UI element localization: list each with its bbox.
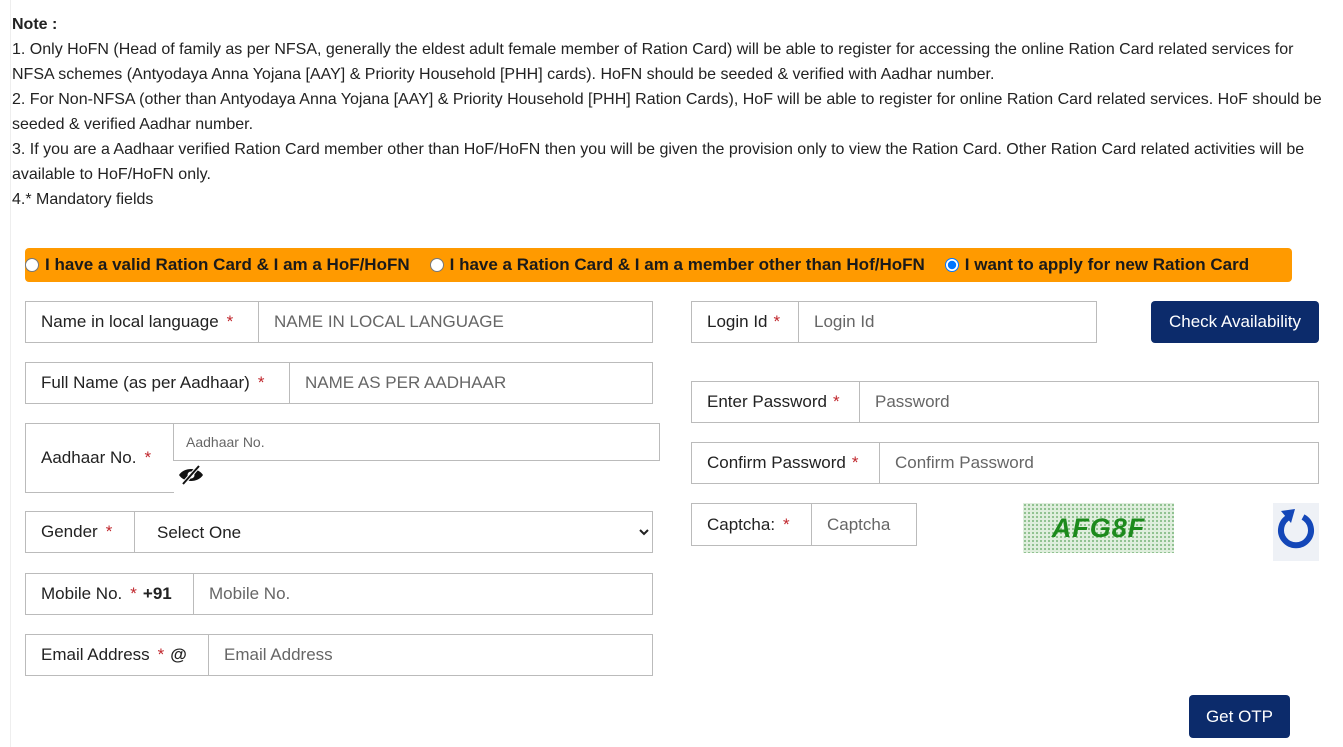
local-name-label: Name in local language *	[26, 302, 259, 342]
full-name-input[interactable]	[290, 363, 652, 403]
captcha-label: Captcha: *	[692, 504, 812, 545]
note-line: 4.* Mandatory fields	[12, 191, 154, 208]
check-availability-button[interactable]: Check Availability	[1151, 301, 1319, 343]
notes: Note : 1. Only HoFN (Head of family as p…	[12, 12, 1332, 212]
refresh-icon[interactable]	[1273, 503, 1319, 561]
local-name-group: Name in local language *	[25, 301, 653, 343]
confirm-password-group: Confirm Password *	[691, 442, 1319, 484]
full-name-label: Full Name (as per Aadhaar) *	[26, 363, 290, 403]
gender-label: Gender *	[26, 512, 135, 552]
note-title: Note :	[12, 16, 58, 33]
email-group: Email Address * @	[25, 634, 653, 676]
aadhaar-label: Aadhaar No. *	[41, 448, 152, 467]
option-label: I want to apply for new Ration Card	[964, 255, 1250, 274]
get-otp-button[interactable]: Get OTP	[1189, 695, 1290, 738]
mobile-label: Mobile No. * +91	[26, 574, 194, 614]
gender-group: Gender * Select One	[25, 511, 653, 553]
eye-slash-icon[interactable]	[178, 464, 204, 486]
radio-new[interactable]	[944, 258, 959, 272]
full-name-group: Full Name (as per Aadhaar) *	[25, 362, 653, 404]
note-line: 2. For Non-NFSA (other than Antyodaya An…	[12, 91, 1322, 133]
option-new[interactable]: I want to apply for new Ration Card	[944, 255, 1250, 275]
email-label: Email Address * @	[26, 635, 209, 675]
gender-select[interactable]: Select One	[135, 512, 652, 552]
radio-hof[interactable]	[25, 258, 39, 272]
radio-member[interactable]	[429, 258, 444, 272]
login-group: Login Id *	[691, 301, 1097, 343]
option-label: I have a valid Ration Card & I am a HoF/…	[45, 255, 410, 274]
option-hof[interactable]: I have a valid Ration Card & I am a HoF/…	[25, 255, 410, 275]
captcha-image: AFG8F	[1023, 503, 1174, 553]
mobile-input[interactable]	[194, 574, 652, 614]
mobile-group: Mobile No. * +91	[25, 573, 653, 615]
password-group: Enter Password *	[691, 381, 1319, 423]
aadhaar-input[interactable]	[174, 424, 659, 460]
login-label: Login Id *	[692, 302, 799, 342]
password-input[interactable]	[860, 382, 1318, 422]
note-line: 3. If you are a Aadhaar verified Ration …	[12, 141, 1305, 183]
aadhaar-input-box	[173, 423, 660, 461]
option-label: I have a Ration Card & I am a member oth…	[449, 255, 925, 274]
local-name-input[interactable]	[259, 302, 652, 342]
confirm-password-input[interactable]	[880, 443, 1318, 483]
confirm-password-label: Confirm Password *	[692, 443, 880, 483]
option-member[interactable]: I have a Ration Card & I am a member oth…	[429, 255, 925, 275]
email-input[interactable]	[209, 635, 652, 675]
captcha-input[interactable]	[812, 504, 916, 545]
login-input[interactable]	[799, 302, 1096, 342]
captcha-group: Captcha: *	[691, 503, 917, 546]
password-label: Enter Password *	[692, 382, 860, 422]
note-line: 1. Only HoFN (Head of family as per NFSA…	[12, 41, 1294, 83]
aadhaar-group: Aadhaar No. *	[25, 423, 174, 493]
registration-type-bar: I have a valid Ration Card & I am a HoF/…	[25, 248, 1292, 282]
page-border	[10, 0, 11, 747]
